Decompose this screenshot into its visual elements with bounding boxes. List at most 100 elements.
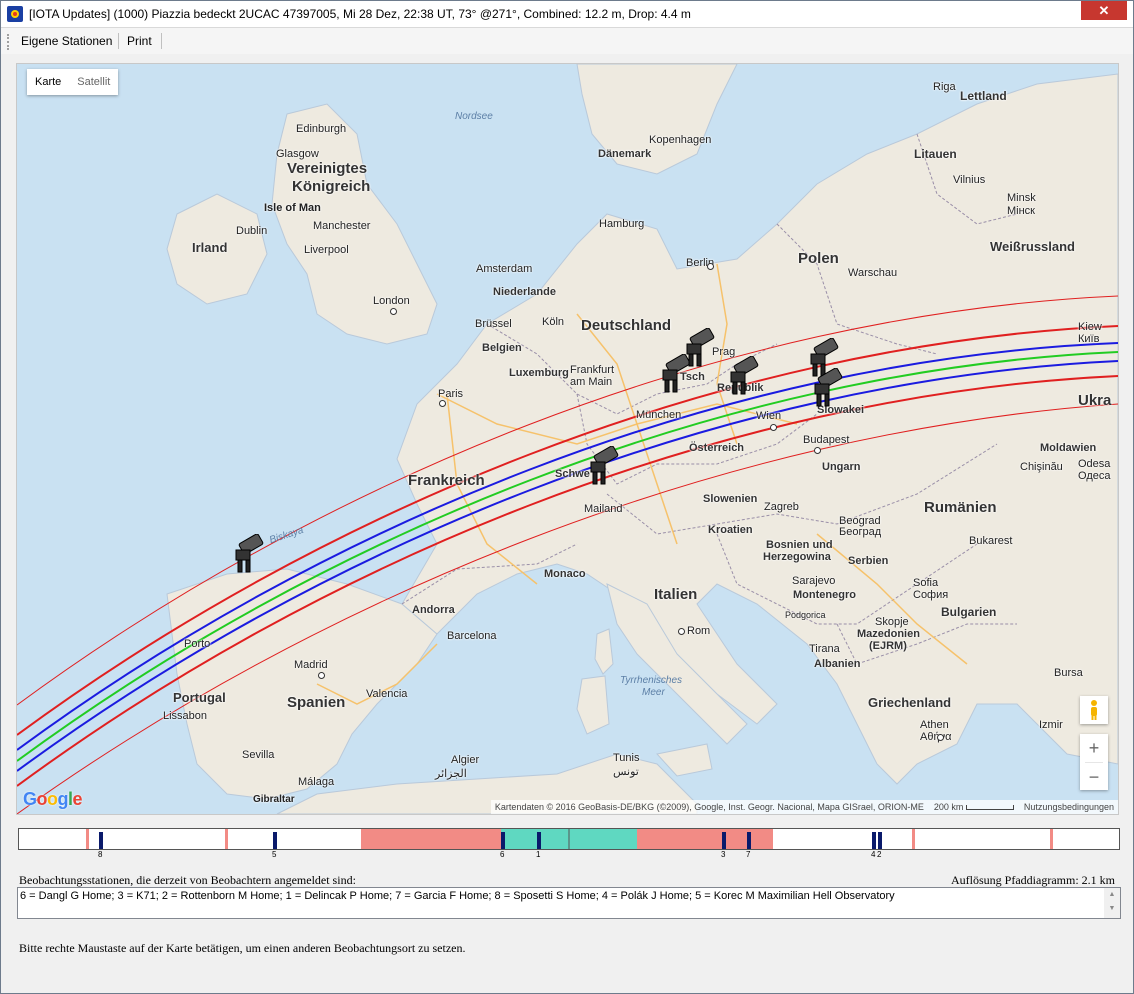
- menu-item-eigene-stationen[interactable]: Eigene Stationen: [21, 34, 112, 48]
- scroll-down-icon[interactable]: ▼: [1104, 902, 1120, 916]
- city-label: Мінск: [1007, 205, 1035, 217]
- diagram-station-3: [722, 832, 726, 849]
- city-label: Tirana: [809, 643, 840, 655]
- city-label: Liverpool: [304, 244, 349, 256]
- diagram-station-5: [273, 832, 277, 849]
- country-label: Deutschland: [581, 317, 672, 334]
- diagram-margin-line: [225, 829, 228, 849]
- city-marker: [707, 263, 714, 270]
- country-label: Bosnien und: [766, 539, 833, 551]
- map-terms-link[interactable]: Nutzungsbedingungen: [1024, 800, 1114, 814]
- map-type-karte[interactable]: Karte: [27, 69, 69, 95]
- city-label: London: [373, 295, 410, 307]
- city-marker: [937, 734, 944, 741]
- window-title: [IOTA Updates] (1000) Piazzia bedeckt 2U…: [29, 7, 691, 21]
- country-label: Herzegowina: [763, 551, 831, 563]
- city-label: الجزائر: [435, 768, 467, 780]
- map-scale: 200 km: [934, 800, 1014, 814]
- city-label: Hamburg: [599, 218, 645, 230]
- sea-label: Nordsee: [455, 111, 493, 122]
- country-label: Ukra: [1078, 392, 1112, 409]
- land-continent: [396, 73, 1118, 785]
- land-sicily: [656, 743, 713, 777]
- city-label: Київ: [1078, 333, 1100, 345]
- country-label: Litauen: [914, 147, 957, 161]
- telescope-marker-5[interactable]: [585, 446, 619, 486]
- city-label: Mailand: [584, 503, 623, 515]
- telescope-marker-2[interactable]: [809, 368, 843, 408]
- city-label: Odesa: [1078, 458, 1111, 470]
- city-label: München: [636, 409, 682, 421]
- menu-separator: [118, 33, 119, 49]
- menu-grip: [7, 34, 12, 50]
- city-marker: [814, 447, 821, 454]
- city-label: Gibraltar: [253, 794, 295, 805]
- diagram-station-8: [99, 832, 103, 849]
- telescope-marker-8[interactable]: [230, 534, 264, 574]
- menu-item-print[interactable]: Print: [127, 34, 152, 48]
- city-label: Bursa: [1054, 667, 1083, 679]
- city-label: Frankfurt: [570, 364, 615, 376]
- diagram-tick-label: 6: [500, 850, 505, 859]
- city-label: Budapest: [803, 434, 850, 446]
- telescope-marker-1[interactable]: [681, 328, 715, 368]
- city-marker: [439, 400, 446, 407]
- diagram-tick-label: 1: [536, 850, 541, 859]
- country-label: Andorra: [412, 604, 455, 616]
- city-label: Vilnius: [953, 174, 986, 186]
- city-label: Wien: [756, 410, 782, 422]
- map-canvas[interactable]: Karte Satellit Nordsee Tyrrhenisches Mee…: [16, 63, 1119, 815]
- city-label: Chişinău: [1020, 461, 1063, 473]
- city-label: Skopje: [875, 616, 909, 628]
- city-label: Kiew: [1078, 321, 1102, 333]
- country-label: Italien: [654, 586, 698, 603]
- city-label: Paris: [438, 388, 464, 400]
- city-label: Minsk: [1007, 192, 1036, 204]
- country-label: Albanien: [814, 658, 861, 670]
- diagram-zone-outer-south: [637, 829, 773, 849]
- country-label: Niederlande: [493, 286, 556, 298]
- zoom-out-button[interactable]: −: [1080, 763, 1108, 791]
- city-label: Sarajevo: [792, 575, 836, 587]
- country-label: Lettland: [960, 89, 1007, 103]
- city-label: Barcelona: [447, 630, 497, 642]
- country-label: Moldawien: [1040, 442, 1097, 454]
- country-label: Dänemark: [598, 148, 652, 160]
- diagram-margin-line: [912, 829, 915, 849]
- zoom-in-button[interactable]: +: [1080, 734, 1108, 762]
- city-label: Sevilla: [242, 749, 275, 761]
- country-label: Griechenland: [868, 695, 952, 710]
- close-button[interactable]: ✕: [1081, 1, 1127, 20]
- city-label: Београд: [839, 526, 882, 538]
- pegman-icon[interactable]: [1080, 696, 1108, 724]
- city-label: Amsterdam: [476, 263, 533, 275]
- city-marker: [678, 628, 685, 635]
- city-label: Lissabon: [163, 710, 208, 722]
- city-label: Rom: [687, 625, 711, 637]
- stations-list[interactable]: 6 = Dangl G Home; 3 = K71; 2 = Rottenbor…: [17, 887, 1121, 919]
- country-label: Polen: [798, 250, 839, 267]
- sea-label: Meer: [642, 687, 665, 698]
- city-label: تونس: [613, 766, 639, 778]
- country-label: Belgien: [482, 342, 522, 354]
- city-label: Podgorica: [785, 610, 826, 620]
- scroll-up-icon[interactable]: ▲: [1104, 888, 1120, 902]
- country-label: Montenegro: [793, 589, 856, 601]
- city-marker: [390, 308, 397, 315]
- country-label: Portugal: [173, 690, 226, 705]
- city-label: Dublin: [236, 225, 268, 237]
- telescope-marker-3[interactable]: [725, 356, 759, 396]
- diagram-tick-label: 2: [877, 850, 882, 859]
- city-label: am Main: [570, 376, 613, 388]
- map-type-toggle: Karte Satellit: [27, 69, 119, 95]
- map-attribution-bar: Kartendaten © 2016 GeoBasis-DE/BKG (©200…: [490, 800, 1118, 814]
- app-window: [IOTA Updates] (1000) Piazzia bedeckt 2U…: [0, 0, 1134, 994]
- country-label: Österreich: [689, 442, 745, 454]
- city-label: Porto: [184, 638, 211, 650]
- city-label: Bukarest: [969, 535, 1013, 547]
- stations-scrollbar[interactable]: ▲ ▼: [1104, 888, 1120, 918]
- city-label: Kopenhagen: [649, 134, 712, 146]
- map-type-satellit[interactable]: Satellit: [69, 69, 118, 95]
- menu-bar: Eigene Stationen Print: [1, 28, 1133, 54]
- stations-heading: Beobachtungsstationen, die derzeit von B…: [19, 873, 356, 887]
